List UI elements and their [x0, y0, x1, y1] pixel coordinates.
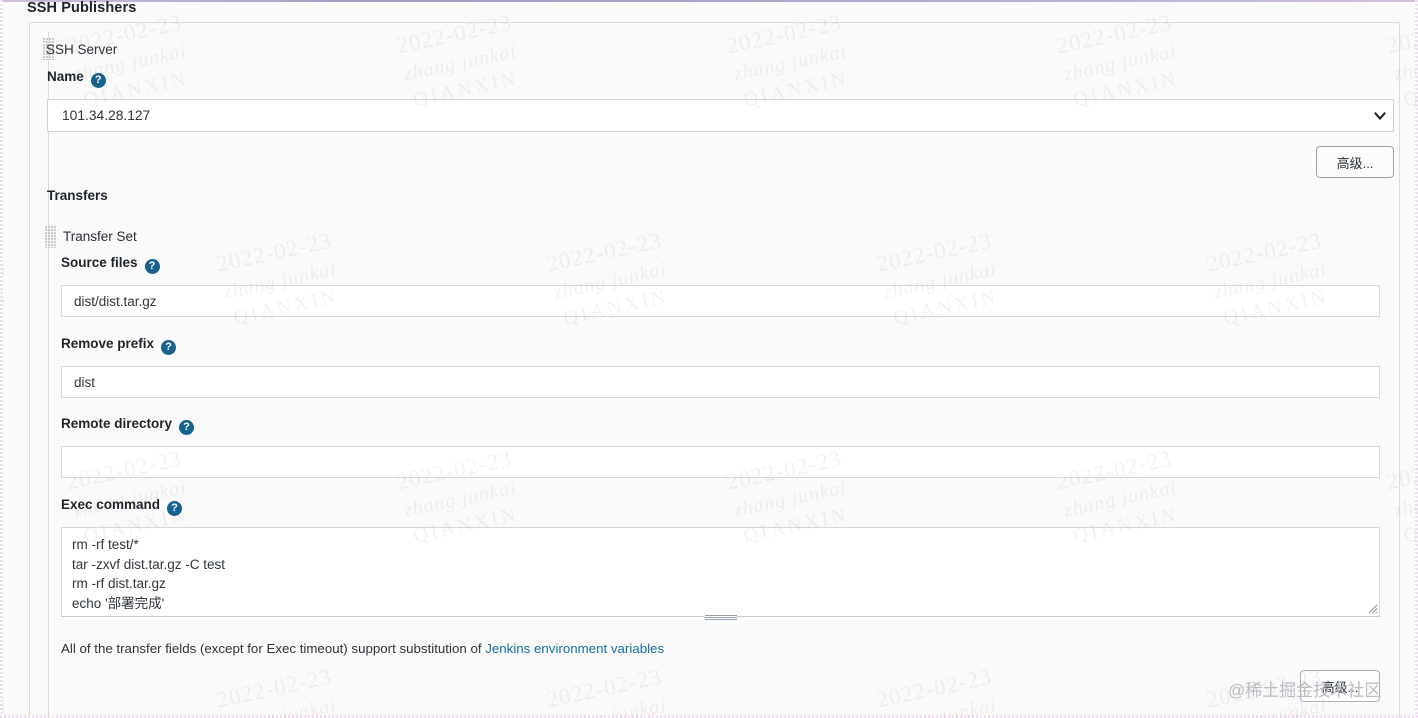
ssh-server-label: SSH Server — [46, 42, 118, 57]
remove-prefix-label: Remove prefix? — [61, 336, 177, 355]
textarea-resize-grip[interactable] — [705, 615, 737, 620]
transfer-set-label: Transfer Set — [63, 229, 137, 244]
brand-watermark: @稀土掘金技术社区 — [1228, 681, 1382, 700]
remove-prefix-input[interactable] — [61, 366, 1380, 398]
transfers-heading: Transfers — [47, 188, 108, 203]
help-icon-exec-command[interactable]: ? — [167, 501, 183, 516]
exec-command-textarea[interactable]: rm -rf test/* tar -zxvf dist.tar.gz -C t… — [61, 527, 1380, 617]
ssh-server-name-select[interactable]: 101.34.28.127 — [47, 99, 1394, 132]
help-icon-remote-directory[interactable]: ? — [179, 420, 195, 435]
help-icon-remove-prefix[interactable]: ? — [161, 340, 177, 355]
remote-directory-label: Remote directory? — [61, 416, 195, 435]
help-note-text: All of the transfer fields (except for E… — [61, 641, 486, 656]
help-icon-source-files[interactable]: ? — [144, 259, 160, 274]
window-top-edge — [0, 0, 1418, 2]
exec-command-label: Exec command? — [61, 497, 183, 516]
advanced-button-ssh-server[interactable]: 高级... — [1316, 146, 1394, 178]
transfer-fields-help-note: All of the transfer fields (except for E… — [61, 641, 664, 656]
remove-prefix-label-text: Remove prefix — [61, 336, 155, 351]
jenkins-env-variables-link[interactable]: Jenkins environment variables — [485, 641, 664, 656]
page-title: SSH Publishers — [27, 0, 137, 16]
remote-directory-label-text: Remote directory — [61, 416, 173, 431]
exec-command-label-text: Exec command — [61, 497, 161, 512]
drag-handle-icon-transfer-set[interactable] — [45, 226, 57, 248]
source-files-input[interactable] — [61, 285, 1380, 317]
window-left-edge — [0, 0, 3, 718]
source-files-label-text: Source files — [61, 255, 138, 270]
help-icon-name[interactable]: ? — [90, 73, 106, 88]
name-field-label: Name? — [47, 69, 106, 88]
name-label-text: Name — [47, 69, 84, 84]
source-files-label: Source files? — [61, 255, 160, 274]
remote-directory-input[interactable] — [61, 446, 1380, 478]
